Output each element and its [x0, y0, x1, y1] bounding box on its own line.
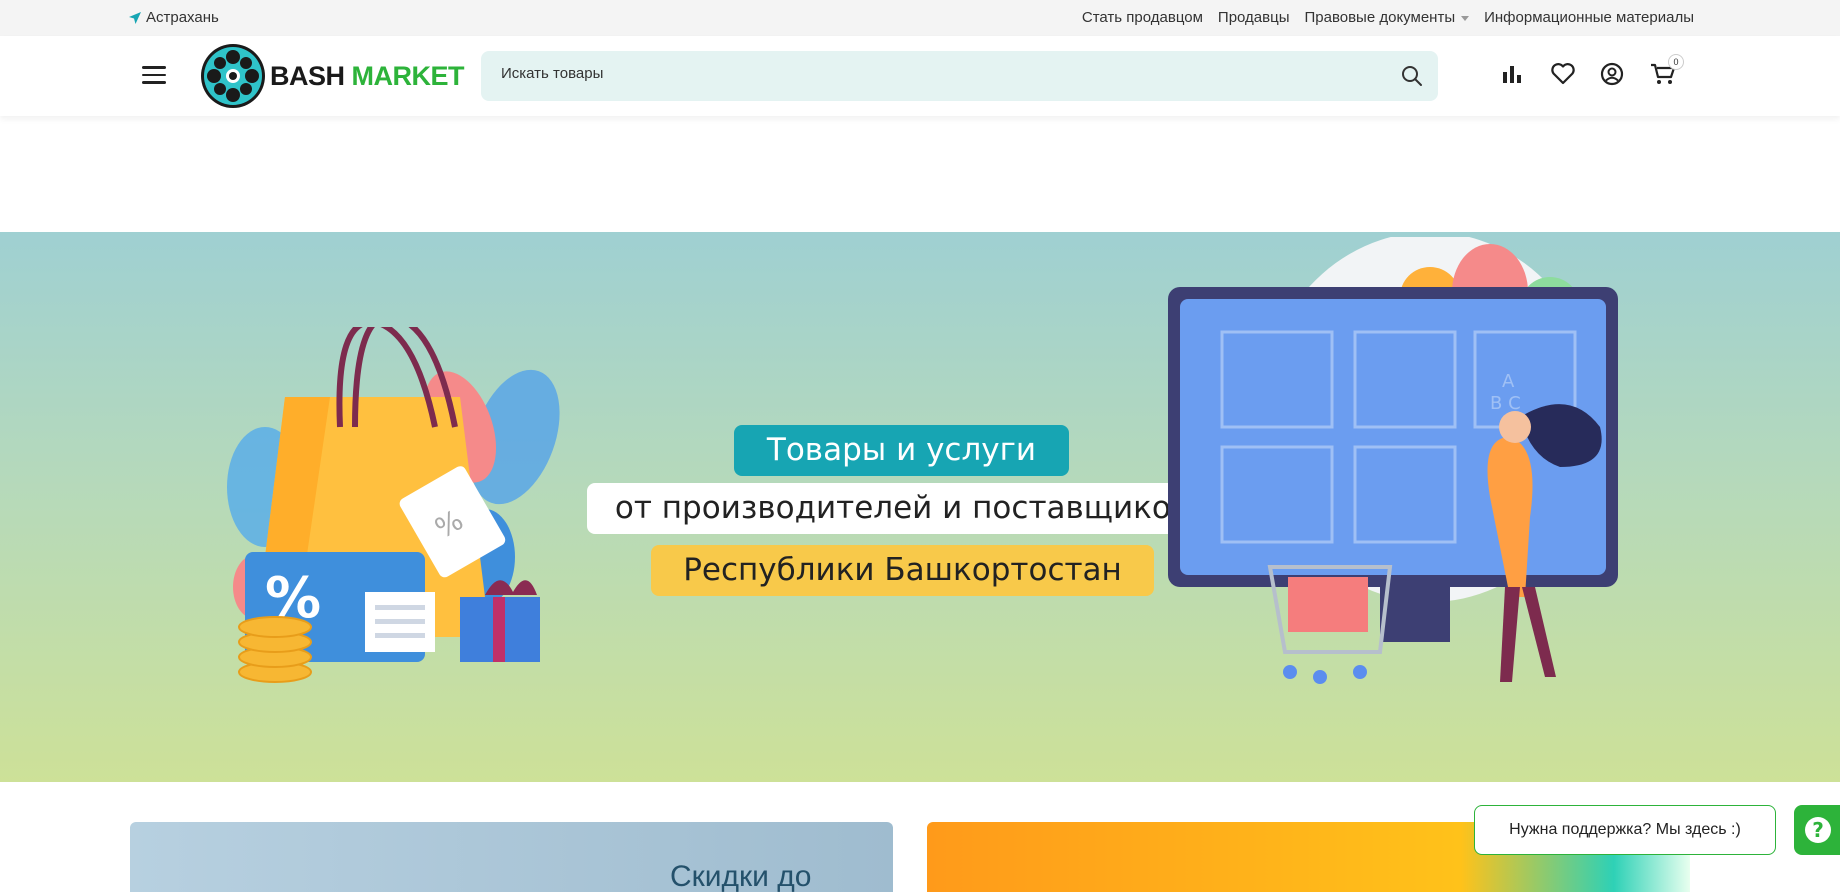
- svg-text:?: ?: [1812, 818, 1824, 842]
- shopping-bag-illustration: % %: [227, 327, 560, 683]
- support-chat-button[interactable]: ?: [1794, 805, 1840, 855]
- city-selector[interactable]: Астрахань: [128, 9, 219, 26]
- svg-text:A: A: [1502, 371, 1515, 392]
- search-bar: [481, 51, 1438, 101]
- banner-line-1: Товары и услуги: [734, 425, 1069, 476]
- top-nav: Стать продавцом Продавцы Правовые докуме…: [1082, 9, 1694, 26]
- site-logo[interactable]: BASH MARKET: [200, 43, 465, 109]
- top-link-sellers[interactable]: Продавцы: [1218, 9, 1290, 26]
- logo-emblem-icon: [201, 44, 265, 108]
- main-header: BASH MARKET Искать товары 0: [0, 36, 1840, 116]
- svg-text:B C: B C: [1490, 393, 1521, 414]
- banner-line-2: от производителей и поставщиков: [587, 483, 1217, 534]
- favorites-heart-icon[interactable]: [1550, 62, 1575, 86]
- cart-count-badge: 0: [1668, 54, 1684, 70]
- user-account-icon[interactable]: [1600, 62, 1624, 86]
- search-input[interactable]: [501, 65, 1361, 82]
- location-arrow-icon: [129, 11, 141, 24]
- promo-card-title: Скидки до: [670, 860, 812, 892]
- logo-text-market: MARKET: [351, 60, 465, 91]
- top-link-legal-docs-label: Правовые документы: [1304, 9, 1456, 26]
- help-question-icon: ?: [1805, 817, 1831, 843]
- cart-icon[interactable]: 0: [1650, 54, 1684, 86]
- city-label: Астрахань: [146, 9, 219, 26]
- logo-text-bash: BASH: [270, 60, 345, 91]
- menu-burger-icon[interactable]: [142, 66, 166, 84]
- top-link-legal-docs-dropdown[interactable]: Правовые документы: [1304, 9, 1470, 26]
- promo-card-sales[interactable]: Скидки до: [130, 822, 893, 892]
- hero-banner[interactable]: % % Товары и услуги от производителей и …: [0, 232, 1840, 782]
- caret-down-icon: [1461, 15, 1470, 21]
- top-link-info-materials[interactable]: Информационные материалы: [1484, 9, 1694, 26]
- banner-line-3: Республики Башкортостан: [651, 545, 1154, 596]
- compare-icon[interactable]: [1500, 62, 1524, 86]
- top-bar: Астрахань Стать продавцом Продавцы Право…: [0, 0, 1840, 36]
- header-icons: 0: [1500, 54, 1684, 86]
- search-icon[interactable]: [1400, 64, 1424, 88]
- support-chat-bubble[interactable]: Нужна поддержка? Мы здесь :): [1474, 805, 1776, 855]
- online-shopping-illustration: A B C: [1168, 237, 1618, 684]
- logo-text: BASH MARKET: [270, 60, 465, 92]
- top-link-become-seller[interactable]: Стать продавцом: [1082, 9, 1203, 26]
